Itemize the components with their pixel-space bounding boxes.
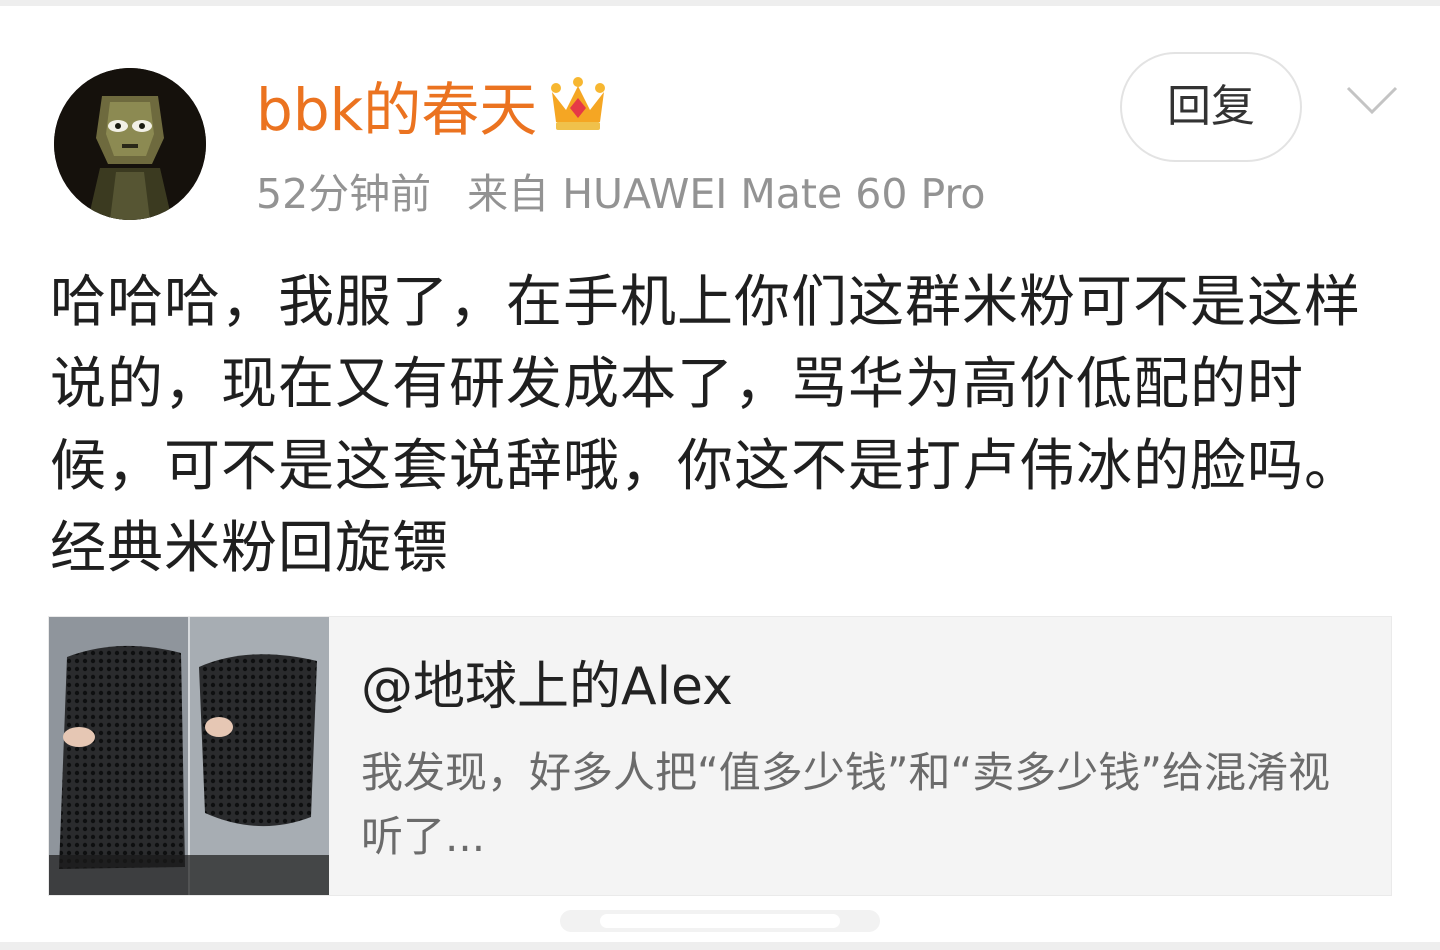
quoted-post-excerpt: 我发现，好多人把“值多少钱”和“卖多少钱”给混淆视听了... — [361, 748, 1331, 861]
post-time: 52分钟前 — [256, 170, 432, 218]
crown-icon — [551, 77, 605, 130]
quoted-post-card[interactable]: @地球上的Alex 我发现，好多人把“值多少钱”和“卖多少钱”给混淆视听了... — [48, 616, 1392, 896]
top-divider — [0, 0, 1440, 6]
reply-button[interactable]: 回复 — [1120, 52, 1302, 162]
quoted-post-thumbnail[interactable] — [49, 617, 329, 895]
post-meta: 52分钟前 来自 HUAWEI Mate 60 Pro — [256, 166, 986, 222]
post-source: 来自 HUAWEI Mate 60 Pro — [467, 170, 986, 218]
avatar[interactable] — [54, 68, 206, 220]
loading-indicator — [560, 910, 880, 932]
bottom-divider — [0, 942, 1440, 950]
chevron-down-icon[interactable] — [1344, 80, 1400, 120]
post-body: 哈哈哈，我服了，在手机上你们这群米粉可不是这样说的，现在又有研发成本了，骂华为高… — [50, 270, 1361, 581]
username[interactable]: bbk的春天 — [256, 74, 537, 146]
quoted-post-author[interactable]: @地球上的Alex — [361, 655, 733, 719]
